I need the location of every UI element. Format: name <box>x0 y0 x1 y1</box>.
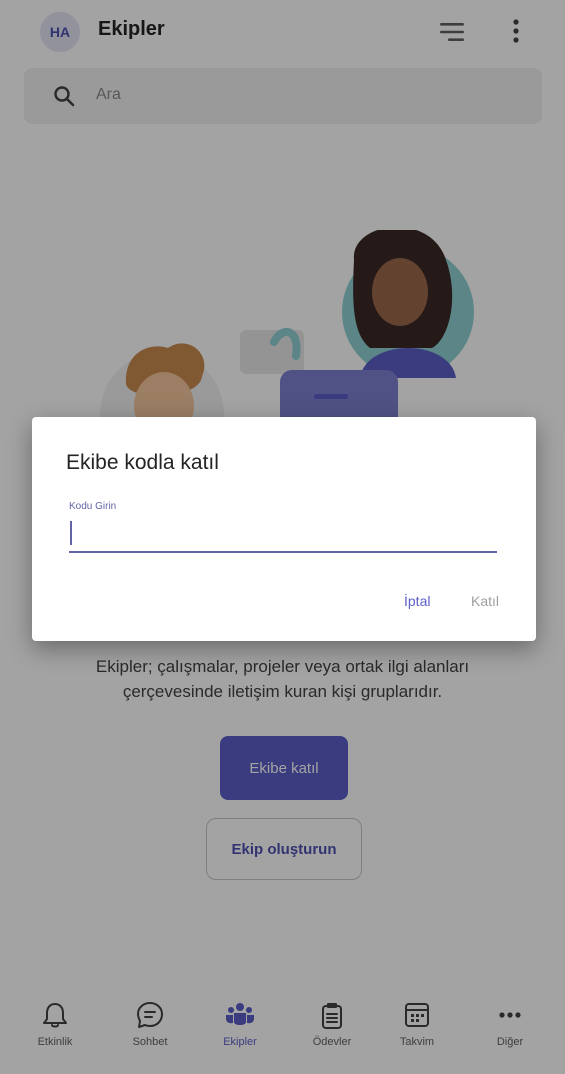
code-field-label: Kodu Girin <box>69 501 117 512</box>
text-cursor <box>70 521 72 545</box>
cancel-button[interactable]: İptal <box>404 593 430 609</box>
join-with-code-dialog: Ekibe kodla katıl Kodu Girin İptal Katıl <box>32 417 536 641</box>
join-button[interactable]: Katıl <box>471 593 499 609</box>
dialog-title: Ekibe kodla katıl <box>66 451 219 474</box>
code-input[interactable] <box>69 517 497 553</box>
